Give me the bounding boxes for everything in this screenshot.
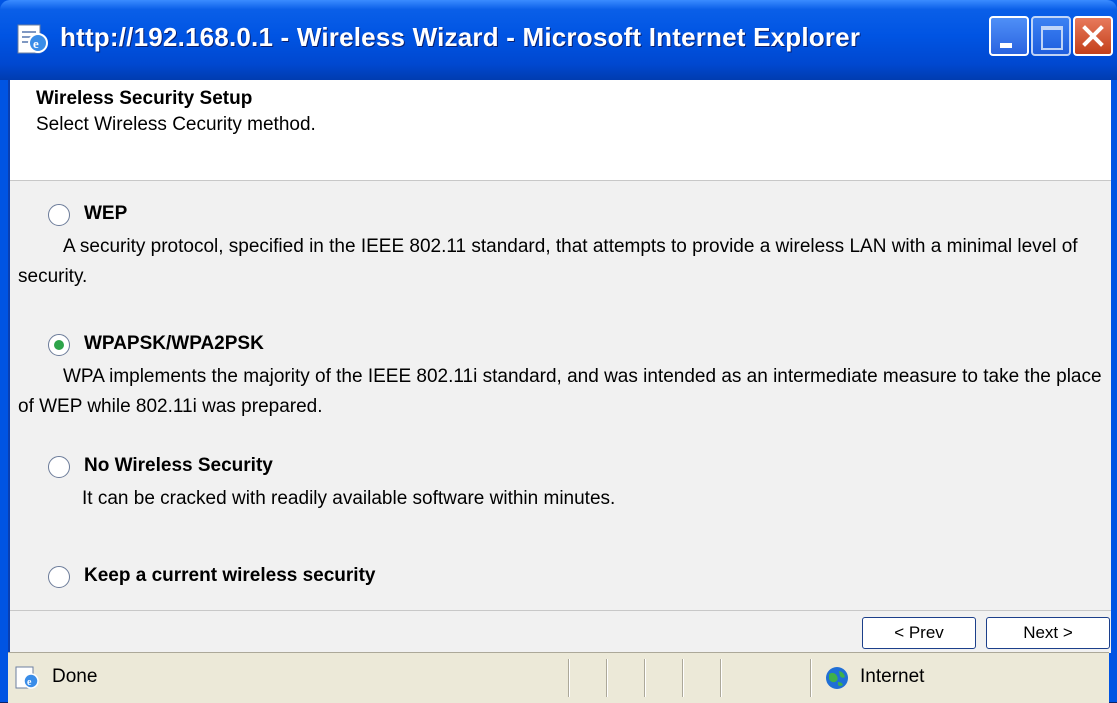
window-title: http://192.168.0.1 - Wireless Wizard - M… <box>60 22 861 52</box>
option-label-keep-current: Keep a current wireless security <box>84 565 376 586</box>
minimize-button[interactable] <box>989 16 1029 56</box>
status-divider <box>720 659 721 697</box>
option-label-wep: WEP <box>84 203 128 224</box>
ie-page-icon: e <box>15 666 39 689</box>
status-text: Done <box>52 666 98 687</box>
status-divider <box>810 659 811 697</box>
prev-button[interactable]: < Prev <box>862 617 976 649</box>
option-desc-no-security: It can be cracked with readily available… <box>82 488 616 509</box>
status-divider <box>682 659 683 697</box>
option-desc-wpapsk: WPA implements the majority of the IEEE … <box>18 366 1102 417</box>
internet-globe-icon <box>826 667 848 689</box>
option-label-no-security: No Wireless Security <box>84 455 273 476</box>
wizard-header: Wireless Security Setup Select Wireless … <box>10 80 1111 181</box>
status-bar: e Done Internet <box>8 652 1109 703</box>
status-divider <box>644 659 645 697</box>
svg-text:e: e <box>33 36 39 51</box>
radio-wep[interactable] <box>48 204 70 226</box>
status-divider <box>606 659 607 697</box>
ie-window: e http://192.168.0.1 - Wireless Wizard -… <box>0 0 1117 703</box>
option-desc-wep: A security protocol, specified in the IE… <box>18 236 1078 287</box>
maximize-button[interactable] <box>1031 16 1071 56</box>
option-label-wpapsk: WPAPSK/WPA2PSK <box>84 333 264 354</box>
radio-no-security[interactable] <box>48 456 70 478</box>
radio-keep-current[interactable] <box>48 566 70 588</box>
next-button[interactable]: Next > <box>986 617 1110 649</box>
svg-text:e: e <box>27 677 32 688</box>
page-subtitle: Select Wireless Cecurity method. <box>36 114 316 135</box>
title-bar[interactable]: e http://192.168.0.1 - Wireless Wizard -… <box>0 0 1117 80</box>
security-zone-label: Internet <box>860 666 925 687</box>
radio-wpapsk[interactable] <box>48 334 70 356</box>
page-title: Wireless Security Setup <box>36 88 253 109</box>
close-icon <box>1082 25 1104 47</box>
status-divider <box>568 659 569 697</box>
wizard-nav-bar: < Prev Next > <box>10 610 1111 653</box>
ie-page-icon: e <box>17 24 48 54</box>
close-button[interactable] <box>1073 16 1113 56</box>
wizard-content: Wireless Security Setup Select Wireless … <box>8 80 1111 653</box>
